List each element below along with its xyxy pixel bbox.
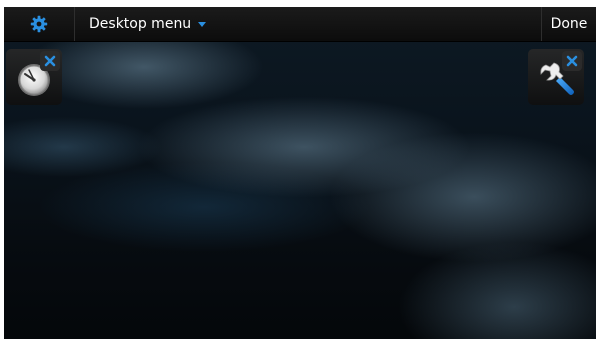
- settings-widget[interactable]: [528, 49, 584, 105]
- clock-widget[interactable]: [6, 49, 62, 105]
- remove-clock-widget-button[interactable]: [40, 51, 60, 71]
- remove-settings-widget-button[interactable]: [562, 51, 582, 71]
- desktop-menu-dropdown[interactable]: Desktop menu: [75, 7, 207, 41]
- top-bar: Desktop menu Done: [4, 7, 596, 42]
- done-button[interactable]: Done: [541, 7, 596, 41]
- close-x-icon: [44, 55, 56, 67]
- desktop-screen: Desktop menu Done: [4, 7, 596, 339]
- desktop-menu-label: Desktop menu: [89, 16, 192, 32]
- settings-button[interactable]: [4, 7, 75, 41]
- dropdown-triangle-icon: [198, 21, 207, 27]
- wallpaper-image: [4, 7, 596, 339]
- close-x-icon: [566, 55, 578, 67]
- done-label: Done: [550, 16, 588, 32]
- gear-icon: [30, 15, 48, 33]
- wallpaper: [4, 7, 596, 339]
